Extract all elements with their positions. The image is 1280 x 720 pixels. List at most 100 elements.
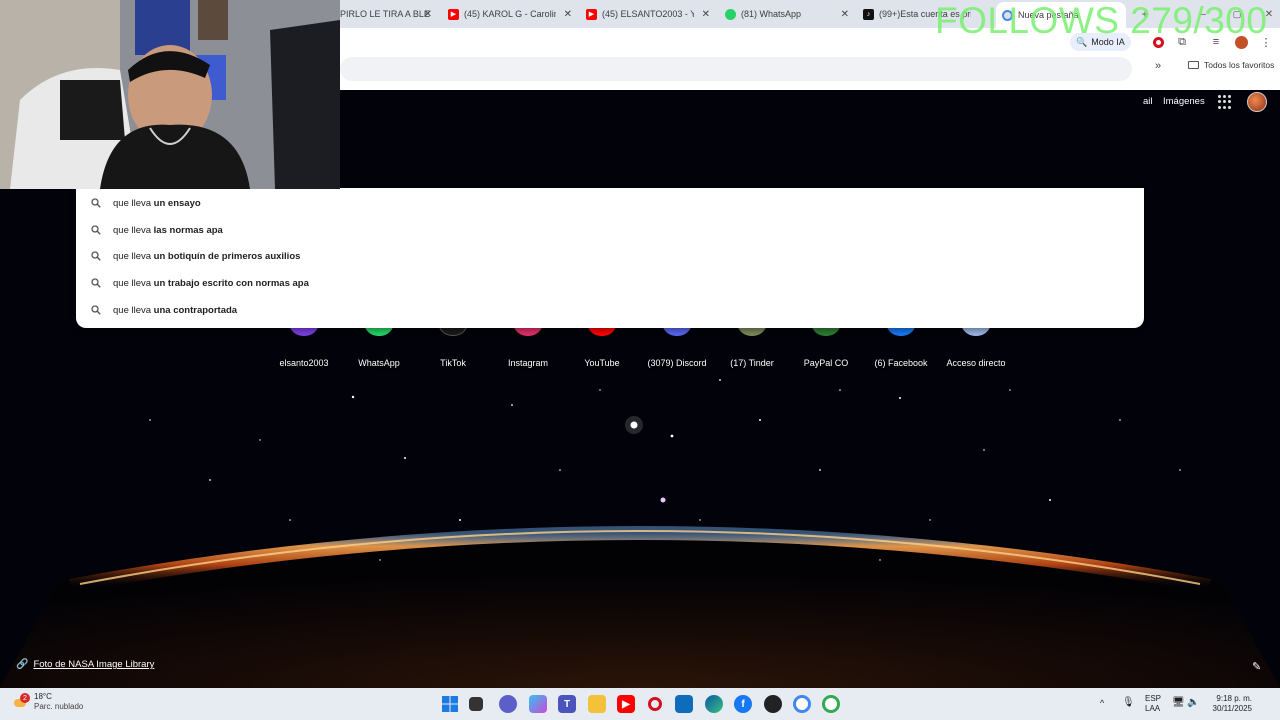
suggestion-text: que lleva un trabajo escrito con normas …	[113, 278, 309, 289]
shortcut-elsanto2003[interactable]: elsanto2003	[266, 322, 342, 368]
youtube-icon: ▶	[586, 8, 597, 20]
edge-icon[interactable]	[705, 695, 723, 713]
search-icon	[91, 198, 101, 208]
webcam-feed	[0, 0, 340, 189]
shortcut-label: TikTok	[440, 358, 466, 368]
shortcut-discord[interactable]: (3079) Discord	[639, 322, 715, 368]
all-bookmarks-label: Todos los favoritos	[1204, 60, 1275, 70]
tab-title: (45) ELSANTO2003 - YouT	[602, 9, 694, 19]
language-indicator[interactable]: ESP LAA	[1145, 694, 1161, 714]
shortcut-youtube[interactable]: YouTube	[564, 322, 640, 368]
suggestion-completion: una contraportada	[153, 304, 238, 316]
close-tab-icon[interactable]: ✕	[424, 9, 432, 20]
tab-elsanto[interactable]: ▶ (45) ELSANTO2003 - YouT ✕	[586, 4, 710, 24]
tab-title: (45) KAROL G - Carolina (	[464, 9, 556, 19]
suggestion-item[interactable]: que lleva las normas apa	[76, 217, 1144, 243]
start-button[interactable]	[441, 695, 459, 713]
gmail-link[interactable]: ail	[1143, 96, 1153, 107]
shortcut-tiktok[interactable]: TikTok	[415, 322, 491, 368]
suggestion-completion: un trabajo escrito con normas apa	[153, 277, 309, 289]
suggestion-prefix: que lleva	[113, 304, 154, 316]
profile-avatar[interactable]	[1247, 92, 1267, 112]
shortcut-label: (3079) Discord	[647, 358, 707, 368]
folder-icon	[1188, 61, 1199, 69]
more-bookmarks-icon[interactable]: »	[1155, 60, 1161, 72]
suggestion-text: que lleva las normas apa	[113, 225, 223, 236]
close-tab-icon[interactable]: ✕	[564, 9, 572, 20]
whatsapp-icon	[725, 8, 736, 20]
suggestion-item[interactable]: que lleva un trabajo escrito con normas …	[76, 270, 1144, 296]
facebook-app-icon[interactable]: f	[734, 695, 752, 713]
shortcut-label: elsanto2003	[279, 358, 329, 368]
shortcut-label: YouTube	[584, 358, 620, 368]
search-icon	[91, 251, 101, 261]
all-bookmarks-button[interactable]: Todos los favoritos	[1188, 60, 1274, 70]
suggestion-item[interactable]: que lleva una contraportada	[76, 297, 1144, 323]
suggestion-completion: un botiquín de primeros auxilios	[153, 250, 301, 262]
network-icon[interactable]: 🖥	[1172, 697, 1185, 708]
suggestion-prefix: que lleva	[113, 224, 154, 236]
shortcut-label: Acceso directo	[946, 358, 1006, 368]
suggestion-item[interactable]: que lleva un botiquín de primeros auxili…	[76, 243, 1144, 269]
address-bar[interactable]	[340, 57, 1132, 81]
photo-credit-link[interactable]: 🔗 Foto de NASA Image Library	[16, 659, 154, 670]
shortcut-acceso-directo[interactable]: Acceso directo	[938, 322, 1014, 368]
youtube-app-icon[interactable]: ▶	[617, 695, 635, 713]
teams-icon[interactable]: T	[558, 695, 576, 713]
shortcut-label: (6) Facebook	[874, 358, 928, 368]
chat-icon[interactable]	[499, 695, 517, 713]
windows-icon	[442, 696, 458, 712]
shortcut-tinder[interactable]: (17) Tinder	[714, 322, 790, 368]
tab-karol-g[interactable]: ▶ (45) KAROL G - Carolina ( ✕	[448, 4, 572, 24]
windows-taskbar: 2 18°C Parc. nublado T ▶ f ^ 🎙 ESP LAA 🖥…	[0, 688, 1280, 720]
chrome-profile-taskbar-icon[interactable]	[822, 695, 840, 713]
clock[interactable]: 9:18 p. m. 30/11/2025	[1206, 694, 1252, 714]
photo-credit-label: Foto de NASA Image Library	[33, 659, 155, 670]
tab-whatsapp[interactable]: (81) WhatsApp ✕	[725, 4, 849, 24]
close-tab-icon[interactable]: ✕	[841, 9, 849, 20]
steam-icon[interactable]	[764, 695, 782, 713]
opera-icon[interactable]	[646, 695, 664, 713]
shortcut-facebook[interactable]: (6) Facebook	[863, 322, 939, 368]
task-view-icon[interactable]	[469, 697, 483, 711]
clock-date: 30/11/2025	[1212, 704, 1252, 713]
suggestion-item[interactable]: que lleva un ensayo	[76, 190, 1144, 216]
suggestion-prefix: que lleva	[113, 250, 154, 262]
show-hidden-icons[interactable]: ^	[1100, 698, 1104, 708]
tab-pirlo[interactable]: PIRLO LE TIRA A BLE ✕	[340, 4, 432, 24]
tab-title: (81) WhatsApp	[741, 9, 802, 19]
images-link[interactable]: Imágenes	[1163, 96, 1205, 107]
language-top: ESP	[1145, 694, 1162, 703]
microphone-icon[interactable]: 🎙	[1122, 697, 1135, 708]
chrome-taskbar-icon[interactable]	[793, 695, 811, 713]
shortcut-label: WhatsApp	[358, 358, 400, 368]
suggestion-completion: un ensayo	[153, 197, 201, 209]
volume-icon[interactable]: 🔈	[1187, 697, 1199, 708]
shortcut-instagram[interactable]: Instagram	[490, 322, 566, 368]
store-icon[interactable]	[675, 695, 693, 713]
youtube-icon: ▶	[448, 8, 459, 20]
shortcut-paypal[interactable]: PayPal CO	[788, 322, 864, 368]
file-explorer-icon[interactable]	[588, 695, 606, 713]
link-icon: 🔗	[16, 659, 29, 670]
shortcut-label: Instagram	[507, 358, 549, 368]
weather-desc: Parc. nublado	[34, 702, 84, 711]
suggestion-completion: las normas apa	[153, 224, 223, 236]
suggestion-text: que lleva un botiquín de primeros auxili…	[113, 251, 300, 262]
close-tab-icon[interactable]: ✕	[702, 9, 710, 20]
weather-widget[interactable]: 2 18°C Parc. nublado	[14, 692, 83, 712]
search-icon	[91, 225, 101, 235]
tiktok-icon: ♪	[863, 8, 874, 20]
weather-icon: 2	[14, 693, 30, 710]
suggestion-prefix: que lleva	[113, 277, 154, 289]
weather-temp: 18°C	[34, 692, 52, 701]
search-suggestions-dropdown: que lleva un ensayo que lleva las normas…	[76, 188, 1144, 328]
shortcut-whatsapp[interactable]: WhatsApp	[341, 322, 417, 368]
google-apps-icon[interactable]	[1218, 95, 1232, 109]
copilot-icon[interactable]	[529, 695, 547, 713]
webcam-overlay	[0, 0, 340, 189]
weather-badge: 2	[20, 693, 30, 703]
customize-pencil-icon[interactable]: ✎	[1252, 660, 1261, 673]
clock-time: 9:18 p. m.	[1216, 694, 1252, 703]
tab-title: PIRLO LE TIRA A BLE	[340, 9, 430, 19]
